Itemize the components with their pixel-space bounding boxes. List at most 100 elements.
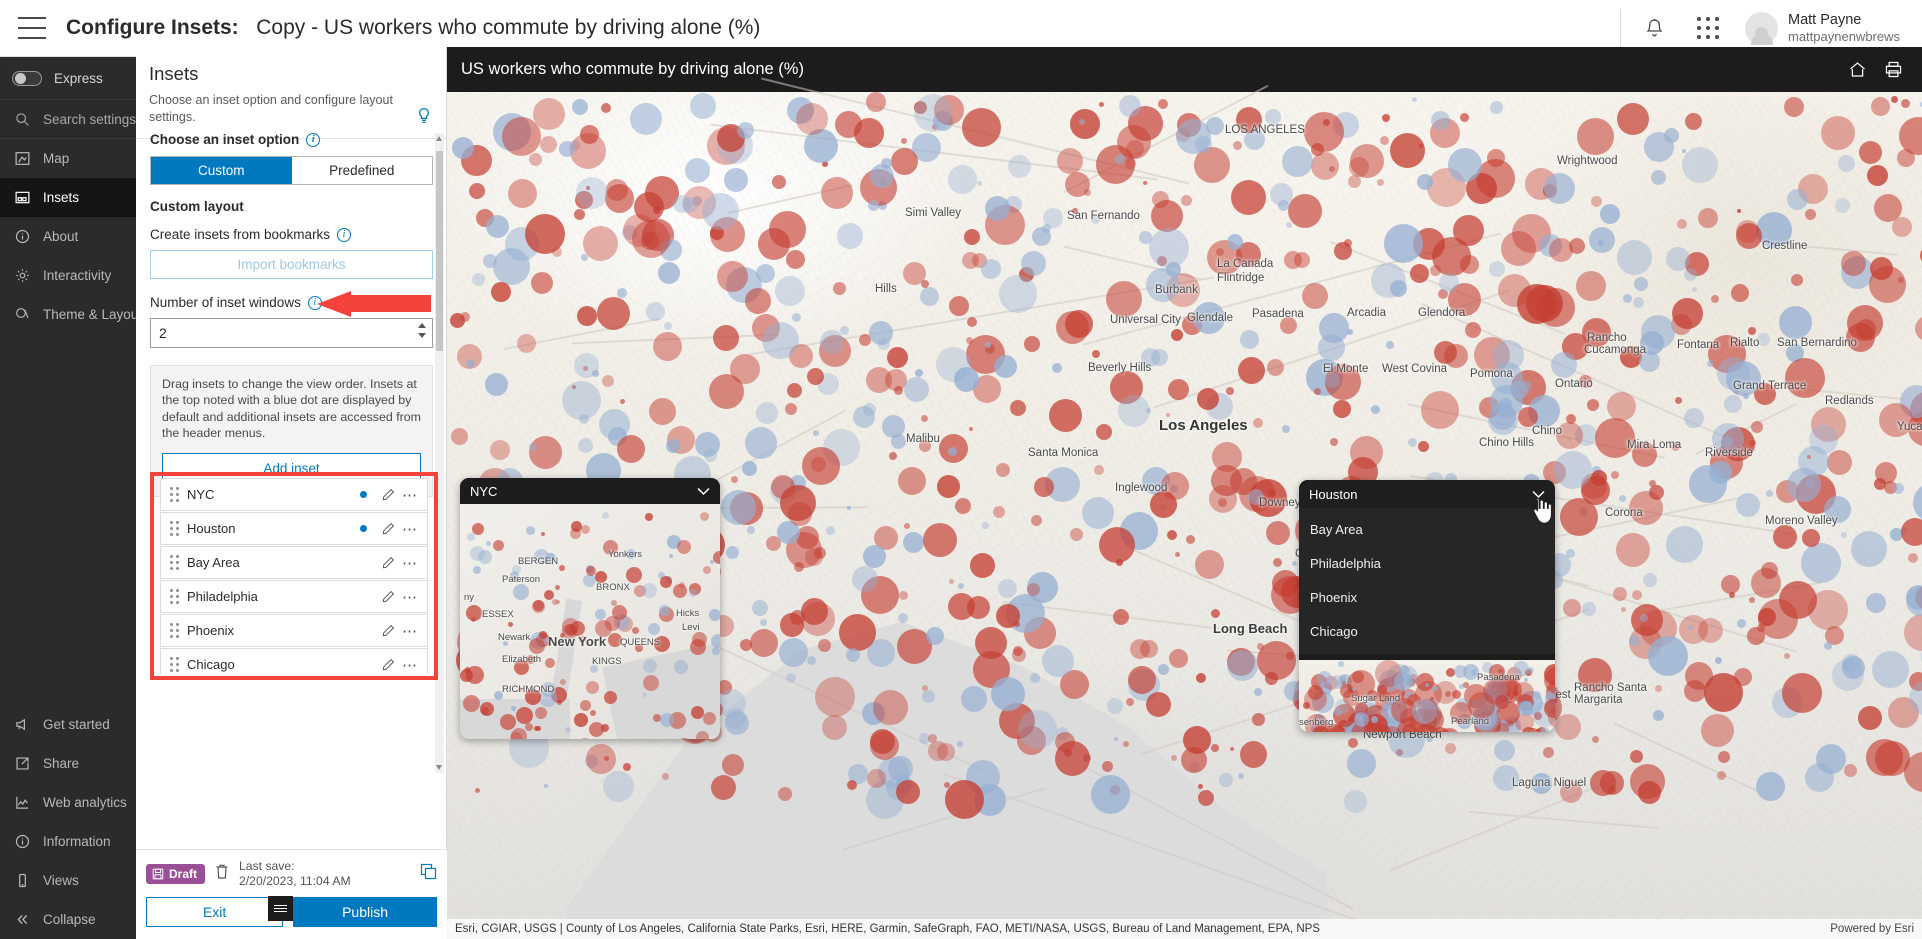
express-toggle-row[interactable]: Express bbox=[0, 57, 136, 100]
import-bookmarks-button[interactable]: Import bookmarks bbox=[150, 250, 433, 279]
map-place-label: Wrightwood bbox=[1557, 155, 1618, 167]
sidebar-item-search-settings[interactable]: Search settings bbox=[0, 100, 136, 139]
hamburger-icon[interactable] bbox=[18, 17, 46, 39]
houston-dropdown-option[interactable]: Philadelphia bbox=[1299, 546, 1555, 580]
sidebar-item-label: Interactivity bbox=[43, 268, 111, 283]
sidebar-item-interactivity[interactable]: Interactivity bbox=[0, 256, 136, 295]
sidebar-item-share[interactable]: Share bbox=[0, 744, 136, 783]
nyc-inset-window[interactable]: NYC BERGENYonkersPatersonBRONXnyESSEXHic… bbox=[460, 478, 720, 739]
pencil-icon[interactable] bbox=[377, 624, 399, 637]
print-icon[interactable] bbox=[1878, 55, 1908, 85]
scrollbar-thumb[interactable] bbox=[436, 151, 443, 351]
sidebar-item-about[interactable]: About bbox=[0, 217, 136, 256]
map-place-label: Malibu bbox=[906, 433, 940, 445]
drag-handle-icon[interactable] bbox=[161, 589, 187, 604]
home-icon[interactable] bbox=[1842, 55, 1872, 85]
ellipsis-icon[interactable]: ⋯ bbox=[399, 486, 421, 504]
inset-list[interactable]: NYC⋯Houston⋯Bay Area⋯Philadelphia⋯Phoeni… bbox=[160, 478, 428, 674]
info-icon[interactable]: i bbox=[306, 133, 320, 147]
panel-title: Insets bbox=[149, 63, 430, 85]
stepper-arrows[interactable] bbox=[418, 323, 426, 338]
ellipsis-icon[interactable]: ⋯ bbox=[399, 520, 421, 538]
scroll-down-arrow-icon[interactable] bbox=[436, 765, 442, 770]
map-place-label: Simi Valley bbox=[905, 207, 961, 219]
inset-list-item[interactable]: NYC⋯ bbox=[160, 478, 428, 511]
chevron-down-icon[interactable] bbox=[697, 484, 710, 499]
map-place-label: Fontana bbox=[1677, 339, 1719, 351]
exit-button[interactable]: Exit bbox=[146, 897, 283, 927]
tab-predefined[interactable]: Predefined bbox=[292, 157, 433, 184]
sidebar-item-collapse[interactable]: Collapse bbox=[0, 900, 136, 939]
pencil-icon[interactable] bbox=[377, 522, 399, 535]
info-icon[interactable]: i bbox=[308, 296, 322, 310]
houston-inset-map[interactable]: PasadenaSugar LandsenbergPearlandLeague … bbox=[1299, 660, 1555, 732]
nyc-inset-header[interactable]: NYC bbox=[460, 478, 720, 504]
avatar[interactable] bbox=[1745, 12, 1778, 45]
trash-icon[interactable] bbox=[214, 863, 230, 885]
pencil-icon[interactable] bbox=[377, 590, 399, 603]
ellipsis-icon[interactable]: ⋯ bbox=[399, 588, 421, 606]
map-place-label: Flintridge bbox=[1217, 272, 1264, 284]
number-of-inset-windows-group: Number of inset windows i 2 bbox=[150, 295, 433, 348]
express-toggle[interactable] bbox=[12, 71, 42, 86]
mobile-icon bbox=[12, 871, 32, 891]
houston-inset-header[interactable]: Houston bbox=[1299, 480, 1555, 508]
pencil-icon[interactable] bbox=[377, 658, 399, 671]
drag-handle-icon[interactable] bbox=[161, 521, 187, 536]
express-label: Express bbox=[54, 71, 103, 86]
pencil-icon[interactable] bbox=[377, 556, 399, 569]
houston-dropdown-option[interactable]: Phoenix bbox=[1299, 580, 1555, 614]
sidebar-item-get-started[interactable]: Get started bbox=[0, 705, 136, 744]
sidebar-item-label: Views bbox=[43, 873, 79, 888]
map-place-label: Arcadia bbox=[1347, 307, 1386, 319]
insets-icon bbox=[12, 188, 32, 208]
drag-handle-icon[interactable] bbox=[161, 623, 187, 638]
inset-list-item[interactable]: Houston⋯ bbox=[160, 512, 428, 545]
sidebar-item-theme-layout[interactable]: Theme & Layout bbox=[0, 295, 136, 334]
panel-body: Choose an inset option i Custom Predefin… bbox=[136, 120, 447, 800]
sidebar-item-label: Information bbox=[43, 834, 111, 849]
sidebar-item-information[interactable]: Information bbox=[0, 822, 136, 861]
nyc-inset-map[interactable]: BERGENYonkersPatersonBRONXnyESSEXHicksLe… bbox=[460, 504, 720, 739]
number-of-inset-windows-label: Number of inset windows i bbox=[150, 295, 433, 310]
inset-option-segmented-control[interactable]: Custom Predefined bbox=[150, 156, 433, 185]
number-of-inset-windows-stepper[interactable]: 2 bbox=[150, 318, 433, 348]
inset-list-item[interactable]: Phoenix ⋯ bbox=[160, 614, 428, 647]
publish-button[interactable]: Publish bbox=[293, 897, 437, 927]
page-title: Configure Insets: Copy - US workers who … bbox=[66, 16, 760, 40]
sidebar-item-label: Share bbox=[43, 756, 79, 771]
scroll-up-arrow-icon[interactable] bbox=[436, 136, 442, 141]
drag-handle-icon[interactable] bbox=[161, 487, 187, 502]
bookmarks-label-text: Create insets from bookmarks bbox=[150, 227, 330, 242]
ellipsis-icon[interactable]: ⋯ bbox=[399, 622, 421, 640]
sidebar-item-views[interactable]: Views bbox=[0, 861, 136, 900]
map-place-label: Redlands bbox=[1825, 395, 1874, 407]
houston-inset-dropdown-menu[interactable]: Bay AreaPhiladelphiaPhoenixChicago bbox=[1299, 508, 1555, 654]
map-place-label: Glendora bbox=[1418, 307, 1465, 319]
houston-inset-window[interactable]: Houston Bay AreaPhiladelphiaPhoenixChica… bbox=[1299, 480, 1555, 732]
drag-handle-icon[interactable] bbox=[161, 657, 187, 672]
powered-by-text: Powered by Esri bbox=[1830, 923, 1914, 935]
houston-dropdown-option[interactable]: Chicago bbox=[1299, 614, 1555, 648]
inset-list-item[interactable]: Chicago⋯ bbox=[160, 648, 428, 674]
map-place-label: Laguna Niguel bbox=[1512, 777, 1586, 789]
duplicate-icon[interactable] bbox=[420, 863, 437, 885]
ellipsis-icon[interactable]: ⋯ bbox=[399, 656, 421, 674]
map-attribution: Esri, CGIAR, USGS | County of Los Angele… bbox=[447, 919, 1922, 939]
inset-list-item[interactable]: Philadelphia⋯ bbox=[160, 580, 428, 613]
pencil-icon[interactable] bbox=[377, 488, 399, 501]
ellipsis-icon[interactable]: ⋯ bbox=[399, 554, 421, 572]
sidebar-item-web-analytics[interactable]: Web analytics bbox=[0, 783, 136, 822]
user-info[interactable]: Matt Payne mattpaynenwbrews bbox=[1788, 11, 1900, 45]
tab-custom[interactable]: Custom bbox=[151, 157, 292, 184]
inset-list-item[interactable]: Bay Area⋯ bbox=[160, 546, 428, 579]
drag-handle-icon[interactable] bbox=[161, 555, 187, 570]
nyc-inset-menu-button[interactable] bbox=[268, 896, 293, 921]
sidebar-item-map[interactable]: Map bbox=[0, 139, 136, 178]
nyc-place-label: Levi bbox=[682, 622, 699, 633]
sidebar-item-insets[interactable]: Insets bbox=[0, 178, 136, 217]
inset-item-label: Phoenix bbox=[187, 623, 360, 638]
houston-dropdown-option[interactable]: Bay Area bbox=[1299, 512, 1555, 546]
chevron-down-icon[interactable] bbox=[1532, 487, 1545, 502]
info-icon[interactable]: i bbox=[337, 228, 351, 242]
